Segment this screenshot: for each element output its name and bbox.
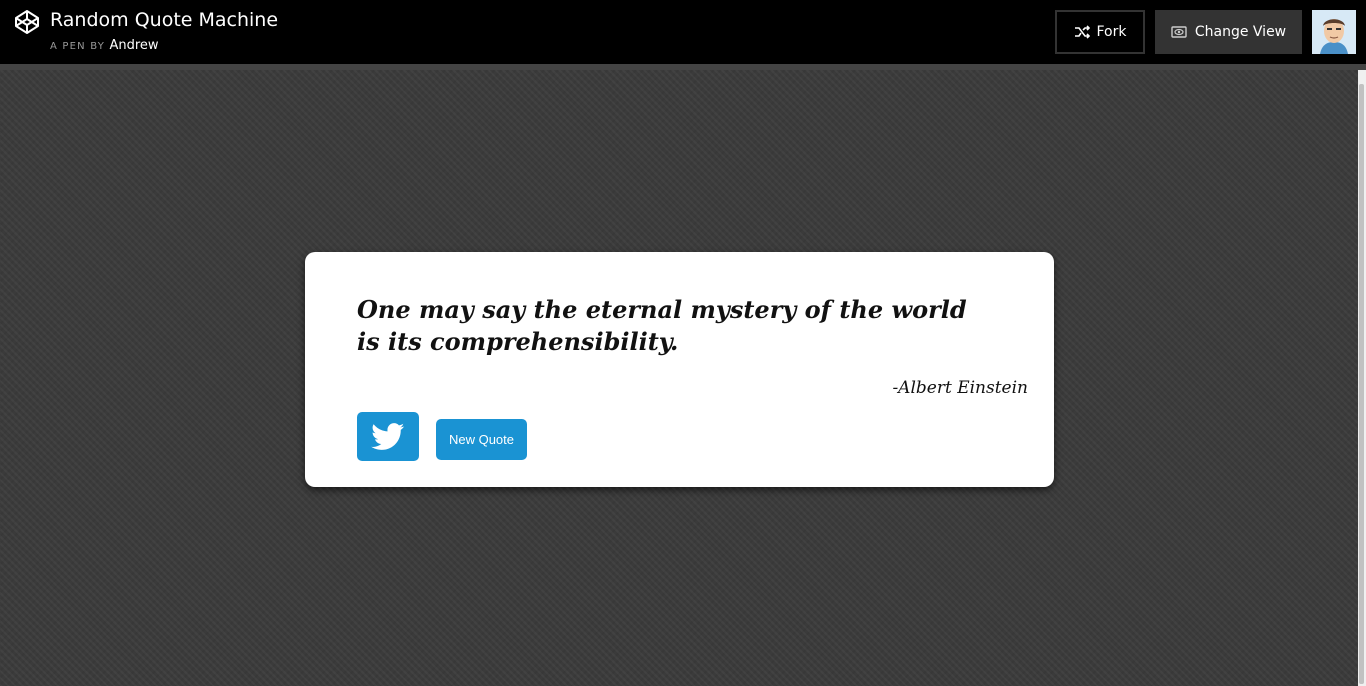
new-quote-button[interactable]: New Quote (436, 419, 527, 460)
avatar-icon (1312, 10, 1356, 54)
fork-label: Fork (1096, 24, 1127, 40)
author-link[interactable]: Andrew (109, 38, 158, 53)
quote-card: One may say the eternal mystery of the w… (305, 252, 1054, 487)
quote-author: -Albert Einstein (892, 378, 1028, 398)
fork-icon (1074, 25, 1090, 39)
scrollbar-thumb[interactable] (1359, 84, 1364, 684)
change-view-label: Change View (1194, 24, 1287, 40)
pen-title: Random Quote Machine (50, 9, 279, 31)
vertical-scrollbar[interactable] (1358, 70, 1366, 686)
tweet-button[interactable] (357, 412, 419, 461)
user-avatar[interactable] (1312, 10, 1356, 54)
change-view-button[interactable]: Change View (1155, 10, 1302, 54)
fork-button[interactable]: Fork (1055, 10, 1145, 54)
eye-icon (1171, 26, 1187, 38)
twitter-bird-icon (371, 422, 405, 450)
quote-text: One may say the eternal mystery of the w… (357, 295, 967, 356)
pen-byline: A PEN BY Andrew (50, 38, 159, 55)
byline-prefix: A PEN BY (50, 41, 106, 52)
codepen-logo-icon[interactable] (14, 9, 40, 35)
top-header: Random Quote Machine A PEN BY Andrew For… (0, 0, 1366, 64)
